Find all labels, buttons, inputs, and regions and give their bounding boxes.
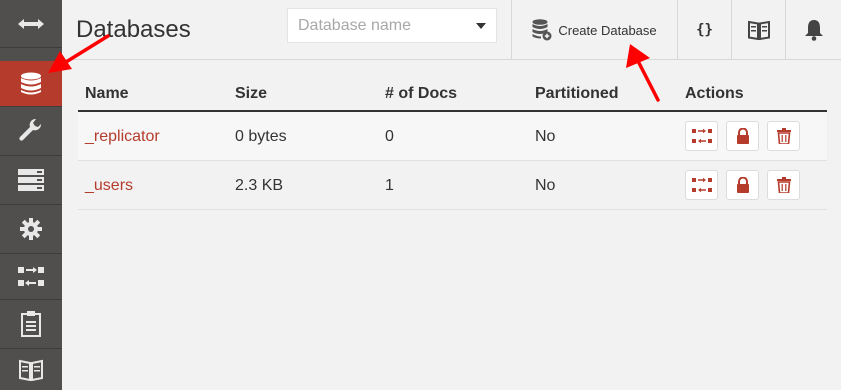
column-header-actions: Actions: [685, 85, 744, 102]
bell-icon: [804, 20, 823, 41]
page-title: Databases: [76, 16, 191, 43]
wrench-icon: [19, 119, 42, 141]
replication-icon: [691, 177, 712, 193]
column-header-size[interactable]: Size: [235, 85, 267, 103]
notifications-button[interactable]: [785, 0, 841, 60]
database-partitioned: No: [535, 177, 556, 194]
table-row: _users 2.3 KB 1 No: [78, 161, 827, 210]
book-icon: [19, 359, 43, 381]
database-icon: [21, 72, 41, 94]
replication-icon: [691, 128, 712, 144]
chevron-down-icon[interactable]: [476, 23, 486, 29]
clipboard-icon: [21, 311, 41, 337]
header: Databases Create Database {}: [62, 0, 841, 60]
sidebar-item-replication[interactable]: [0, 254, 62, 300]
database-doc-count: 0: [385, 128, 394, 145]
documentation-button[interactable]: [731, 0, 785, 60]
sidebar-item-logs[interactable]: [0, 300, 62, 349]
replicate-button[interactable]: [685, 121, 718, 151]
lock-icon: [736, 128, 749, 144]
database-partitioned: No: [535, 128, 556, 145]
sidebar: [0, 0, 62, 390]
permissions-button[interactable]: [726, 170, 759, 200]
column-header-name[interactable]: Name: [85, 85, 129, 103]
delete-button[interactable]: [767, 121, 800, 151]
delete-button[interactable]: [767, 170, 800, 200]
column-header-docs[interactable]: # of Docs: [385, 85, 457, 103]
table-header: Name Size # of Docs Partitioned Actions: [78, 72, 827, 112]
column-header-partitioned: Partitioned: [535, 85, 619, 102]
sidebar-item-toggle-menu[interactable]: [0, 0, 62, 48]
sidebar-item-databases[interactable]: [0, 61, 62, 107]
database-name-input[interactable]: [288, 9, 468, 42]
databases-table: Name Size # of Docs Partitioned Actions …: [78, 72, 827, 210]
book-icon: [747, 20, 770, 40]
json-button[interactable]: {}: [677, 0, 731, 60]
database-size: 2.3 KB: [235, 177, 284, 194]
database-size: 0 bytes: [235, 128, 287, 145]
database-name-link[interactable]: _users: [85, 177, 133, 195]
replication-icon: [18, 266, 44, 286]
trash-icon: [776, 128, 791, 144]
row-actions: [685, 170, 800, 200]
create-database-button[interactable]: Create Database: [511, 0, 677, 60]
sidebar-item-documentation[interactable]: [0, 349, 62, 390]
sidebar-item-setup[interactable]: [0, 107, 62, 156]
server-stack-icon: [18, 169, 44, 191]
lock-icon: [736, 177, 749, 193]
database-name-link[interactable]: _replicator: [85, 128, 160, 146]
sidebar-item-config[interactable]: [0, 205, 62, 254]
replicate-button[interactable]: [685, 170, 718, 200]
gear-icon: [20, 218, 42, 240]
row-actions: [685, 121, 800, 151]
double-arrow-icon: [18, 18, 44, 29]
permissions-button[interactable]: [726, 121, 759, 151]
sidebar-item-active-tasks[interactable]: [0, 156, 62, 205]
create-database-label: Create Database: [558, 22, 657, 38]
table-row: _replicator 0 bytes 0 No: [78, 112, 827, 161]
trash-icon: [776, 177, 791, 193]
database-search[interactable]: [287, 8, 497, 43]
database-doc-count: 1: [385, 177, 394, 194]
database-add-icon: [532, 19, 552, 41]
